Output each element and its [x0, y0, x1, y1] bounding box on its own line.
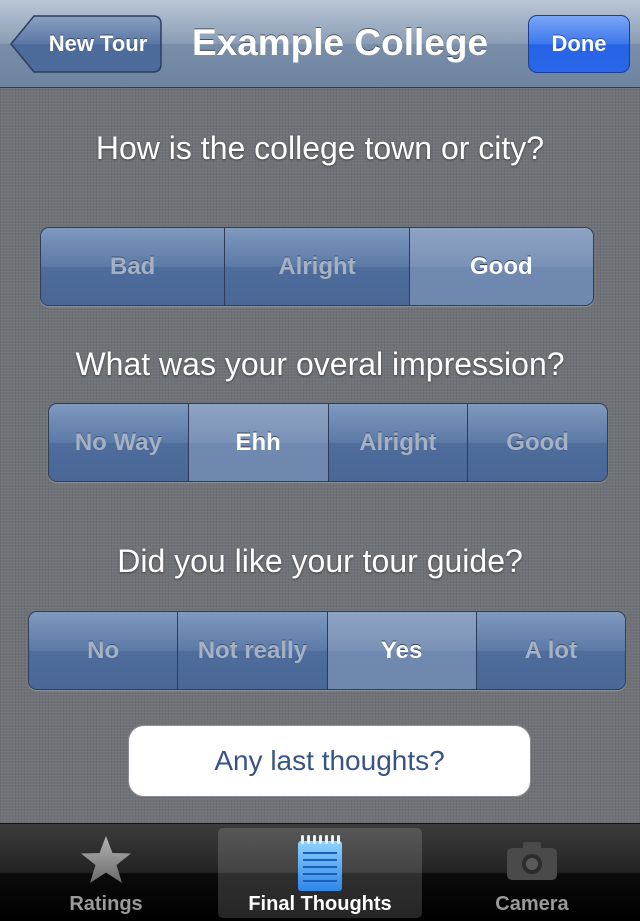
tab-camera[interactable]: Camera [430, 828, 634, 918]
page-title: Example College [191, 22, 489, 63]
back-button-label: New Tour [48, 31, 148, 56]
tab-final-thoughts[interactable]: Final Thoughts [218, 828, 422, 918]
camera-icon [505, 838, 559, 887]
question-impression: What was your overal impression? [75, 346, 565, 382]
segment-ehh[interactable]: Ehh [187, 404, 328, 481]
segment-no[interactable]: No [29, 612, 178, 689]
town-rating-segmented-control: Bad Alright Good [40, 227, 594, 306]
segment-no-way[interactable]: No Way [49, 404, 188, 481]
tab-ratings[interactable]: Ratings [4, 828, 208, 918]
segment-bad[interactable]: Bad [41, 228, 225, 305]
star-icon [79, 834, 133, 891]
tab-final-thoughts-label: Final Thoughts [248, 893, 392, 915]
tab-ratings-label: Ratings [69, 893, 143, 915]
segment-good[interactable]: Good [467, 404, 607, 481]
segment-a-lot[interactable]: A lot [475, 612, 625, 689]
notepad-icon [297, 834, 343, 897]
segment-yes[interactable]: Yes [326, 612, 476, 689]
navigation-bar: New Tour Example College Done [0, 0, 640, 88]
done-button[interactable]: Done [528, 15, 630, 73]
new-tour-back-button[interactable]: New Tour [10, 15, 162, 73]
impression-segmented-control: No Way Ehh Alright Good [48, 403, 608, 482]
segment-good[interactable]: Good [408, 228, 593, 305]
question-tour-guide: Did you like your tour guide? [117, 543, 523, 579]
tab-bar: Ratings Final Thoughts Camera [0, 823, 640, 921]
tour-guide-segmented-control: No Not really Yes A lot [28, 611, 626, 690]
segment-not-really[interactable]: Not really [177, 612, 327, 689]
question-town: How is the college town or city? [95, 130, 545, 166]
segment-alright[interactable]: Alright [327, 404, 468, 481]
segment-alright[interactable]: Alright [224, 228, 409, 305]
tab-camera-label: Camera [495, 893, 569, 915]
last-thoughts-button[interactable]: Any last thoughts? [128, 725, 531, 797]
